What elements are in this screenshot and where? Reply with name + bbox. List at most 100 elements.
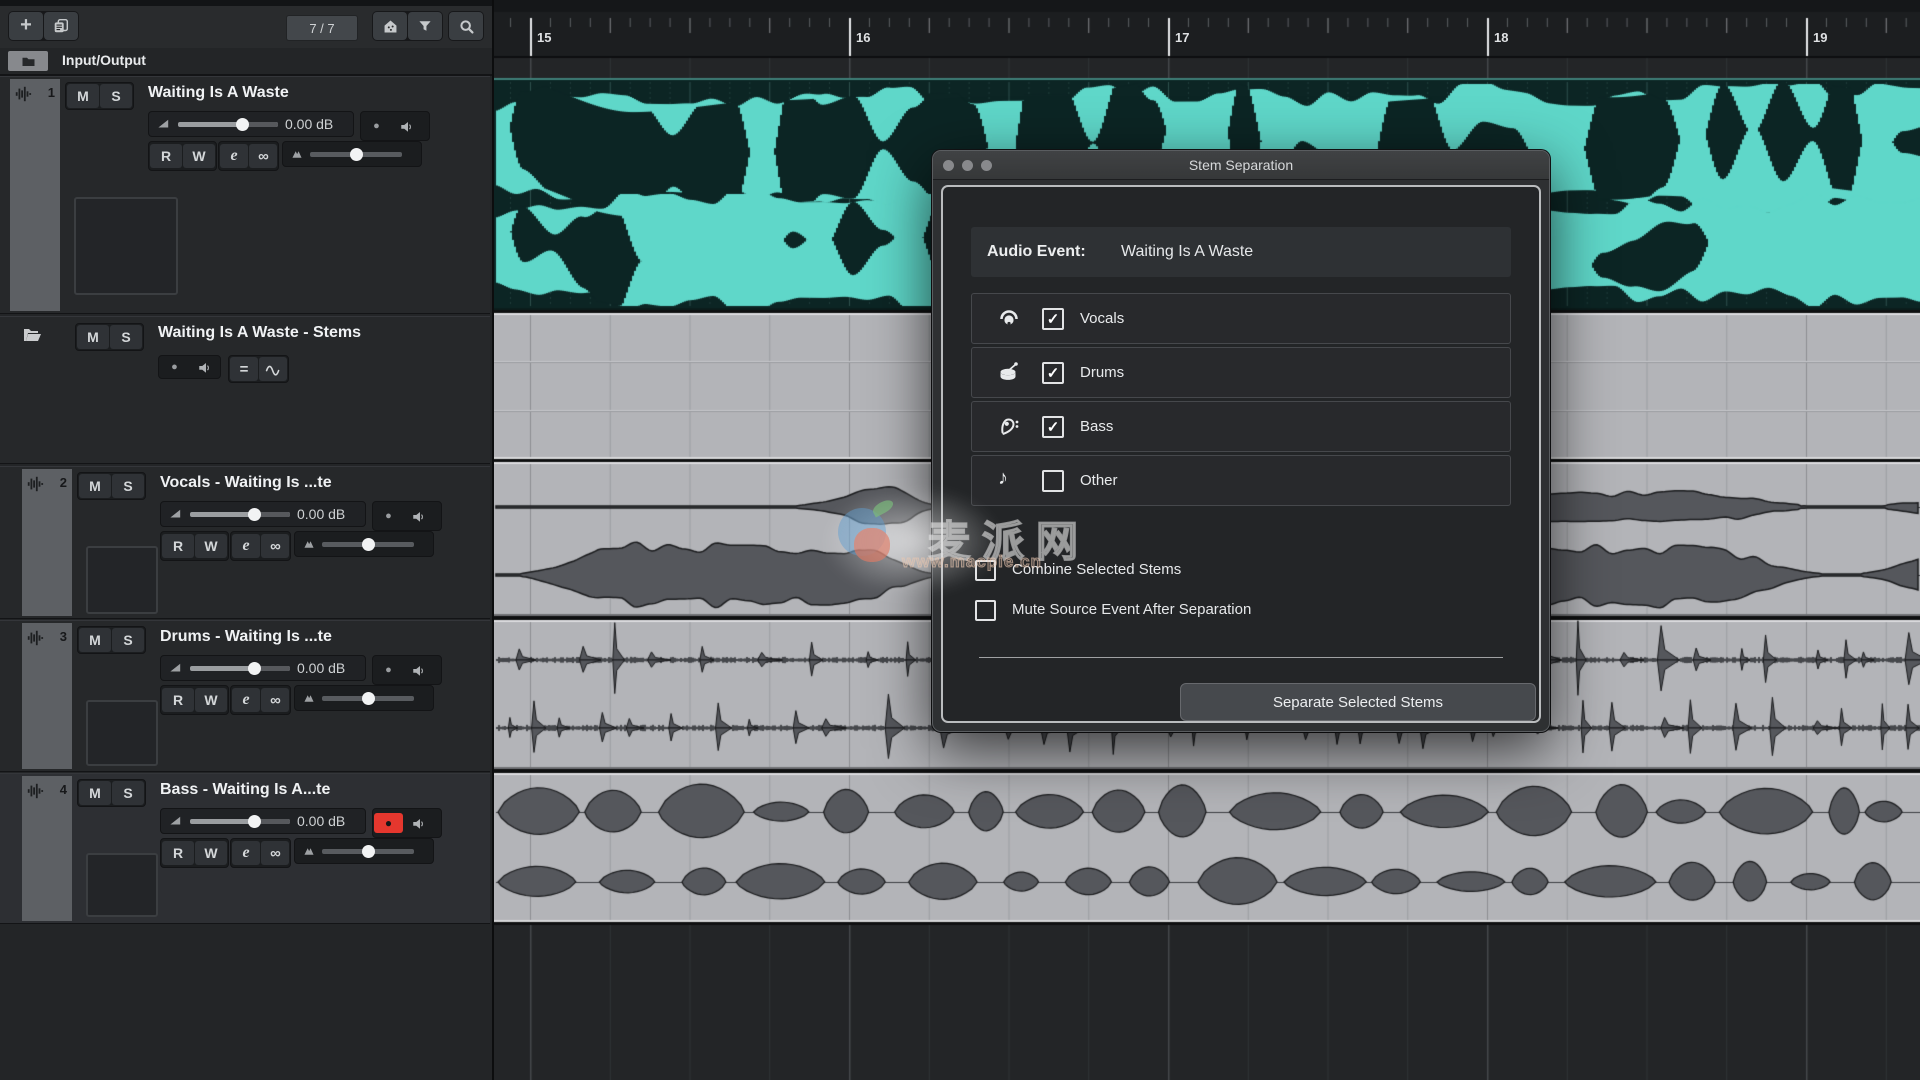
track-color-strip[interactable]: 1	[10, 79, 60, 311]
record-enable-button[interactable]: ●	[362, 116, 391, 136]
stem-row-vocals: ✓ Vocals	[971, 293, 1511, 344]
pan-slider[interactable]	[310, 152, 402, 157]
pan-slider[interactable]	[322, 542, 414, 547]
dialog-titlebar[interactable]: Stem Separation	[933, 151, 1549, 180]
track-header-vocals[interactable]: 2 M S Vocals - Waiting Is ...te 0.00 dB …	[0, 466, 490, 619]
read-automation-button[interactable]: R	[162, 688, 194, 712]
solo-button[interactable]: S	[112, 781, 144, 805]
separate-selected-stems-button[interactable]: Separate Selected Stems	[1180, 683, 1536, 721]
find-tracks-button[interactable]	[449, 12, 483, 40]
pan-slider[interactable]	[322, 849, 414, 854]
volume-knob[interactable]	[236, 118, 249, 131]
pan-knob[interactable]	[362, 538, 375, 551]
volume-row: 0.00 dB	[160, 655, 366, 681]
write-automation-button[interactable]: W	[195, 841, 227, 865]
write-automation-button[interactable]: W	[183, 144, 215, 168]
pan-knob[interactable]	[350, 148, 363, 161]
edit-channel-button[interactable]: e	[232, 534, 260, 558]
drums-checkbox[interactable]: ✓	[1042, 362, 1064, 384]
monitor-button[interactable]	[404, 506, 433, 526]
volume-knob[interactable]	[248, 815, 261, 828]
volume-knob[interactable]	[248, 508, 261, 521]
monitor-button[interactable]	[404, 813, 433, 833]
mute-button[interactable]: M	[79, 781, 111, 805]
write-automation-button[interactable]: W	[195, 688, 227, 712]
folder-open-icon[interactable]	[22, 325, 42, 345]
read-automation-button[interactable]: R	[162, 841, 194, 865]
solo-button[interactable]: S	[100, 84, 132, 108]
filter-track-types-button[interactable]	[408, 12, 442, 40]
pan-slider[interactable]	[322, 696, 414, 701]
track-number: 3	[60, 629, 67, 644]
edit-channel-button[interactable]: e	[232, 841, 260, 865]
track-color-strip[interactable]: 2	[22, 469, 72, 616]
track-name-drums[interactable]: Drums - Waiting Is ...te	[160, 628, 332, 646]
io-channels-row[interactable]: Input/Output	[0, 48, 492, 76]
monitor-button[interactable]	[404, 660, 433, 680]
record-enable-button[interactable]: ●	[374, 660, 403, 680]
record-monitor-group: ●	[372, 655, 442, 685]
volume-slider[interactable]	[178, 122, 278, 127]
solo-button[interactable]: S	[110, 325, 142, 349]
track-inserts-box	[86, 700, 158, 766]
monitor-button[interactable]	[190, 357, 219, 377]
record-monitor-group: ●	[372, 808, 442, 838]
combine-stems-checkbox[interactable]: ✓	[975, 560, 996, 581]
volume-slider[interactable]	[190, 666, 290, 671]
track-number: 1	[48, 85, 55, 100]
phase-coherent-button[interactable]	[259, 357, 287, 381]
monitor-button[interactable]	[392, 116, 421, 136]
dialog-title: Stem Separation	[933, 151, 1549, 179]
mute-button[interactable]: M	[67, 84, 99, 108]
mute-source-checkbox[interactable]: ✓	[975, 600, 996, 621]
mute-button[interactable]: M	[77, 325, 109, 349]
track-name-vocals[interactable]: Vocals - Waiting Is ...te	[160, 474, 332, 492]
mute-solo-group: M S	[77, 779, 146, 807]
track-name-1[interactable]: Waiting Is A Waste	[148, 84, 289, 102]
track-header-bass[interactable]: 4 M S Bass - Waiting Is A...te 0.00 dB ●	[0, 773, 490, 924]
track-visibility-agent-button[interactable]	[373, 12, 407, 40]
volume-value: 0.00 dB	[297, 506, 345, 522]
track-visibility-counter[interactable]: 7 / 7	[286, 15, 358, 41]
option-label: Combine Selected Stems	[1012, 561, 1181, 578]
volume-knob[interactable]	[248, 662, 261, 675]
fader-icon	[169, 661, 183, 675]
edit-channel-button[interactable]: e	[220, 144, 248, 168]
pan-row	[294, 531, 434, 557]
track-header-1[interactable]: 1 M S Waiting Is A Waste 0.00 dB ● R	[0, 76, 490, 314]
mute-button[interactable]: M	[79, 474, 111, 498]
volume-slider[interactable]	[190, 512, 290, 517]
duplicate-track-button[interactable]	[44, 12, 78, 40]
mute-button[interactable]: M	[79, 628, 111, 652]
track-header-drums[interactable]: 3 M S Drums - Waiting Is ...te 0.00 dB ●	[0, 620, 490, 772]
volume-value: 0.00 dB	[297, 660, 345, 676]
track-name-folder[interactable]: Waiting Is A Waste - Stems	[158, 324, 361, 342]
pan-knob[interactable]	[362, 692, 375, 705]
vocals-checkbox[interactable]: ✓	[1042, 308, 1064, 330]
drums-icon	[998, 361, 1020, 383]
track-name-bass[interactable]: Bass - Waiting Is A...te	[160, 781, 330, 799]
check-icon: ✓	[1047, 420, 1060, 435]
mute-solo-group: M S	[77, 626, 146, 654]
option-label: Mute Source Event After Separation	[1012, 601, 1251, 618]
read-automation-button[interactable]: R	[150, 144, 182, 168]
group-editing-button[interactable]: =	[230, 357, 258, 381]
stereo-icon: ∞	[261, 534, 289, 558]
read-automation-button[interactable]: R	[162, 534, 194, 558]
edit-channel-button[interactable]: e	[232, 688, 260, 712]
pan-knob[interactable]	[362, 845, 375, 858]
solo-button[interactable]: S	[112, 474, 144, 498]
record-enable-button[interactable]: ●	[374, 506, 403, 526]
record-enable-button-armed[interactable]: ●	[374, 813, 403, 833]
solo-button[interactable]: S	[112, 628, 144, 652]
record-enable-button[interactable]: ●	[160, 357, 189, 377]
volume-slider[interactable]	[190, 819, 290, 824]
write-automation-button[interactable]: W	[195, 534, 227, 558]
other-checkbox[interactable]: ✓	[1042, 470, 1064, 492]
bass-checkbox[interactable]: ✓	[1042, 416, 1064, 438]
track-color-strip[interactable]: 3	[22, 623, 72, 769]
add-track-button[interactable]: +	[9, 12, 43, 40]
track-color-strip[interactable]: 4	[22, 776, 72, 921]
track-header-stems-folder[interactable]: M S Waiting Is A Waste - Stems ● =	[0, 316, 490, 464]
pan-icon	[302, 692, 316, 705]
